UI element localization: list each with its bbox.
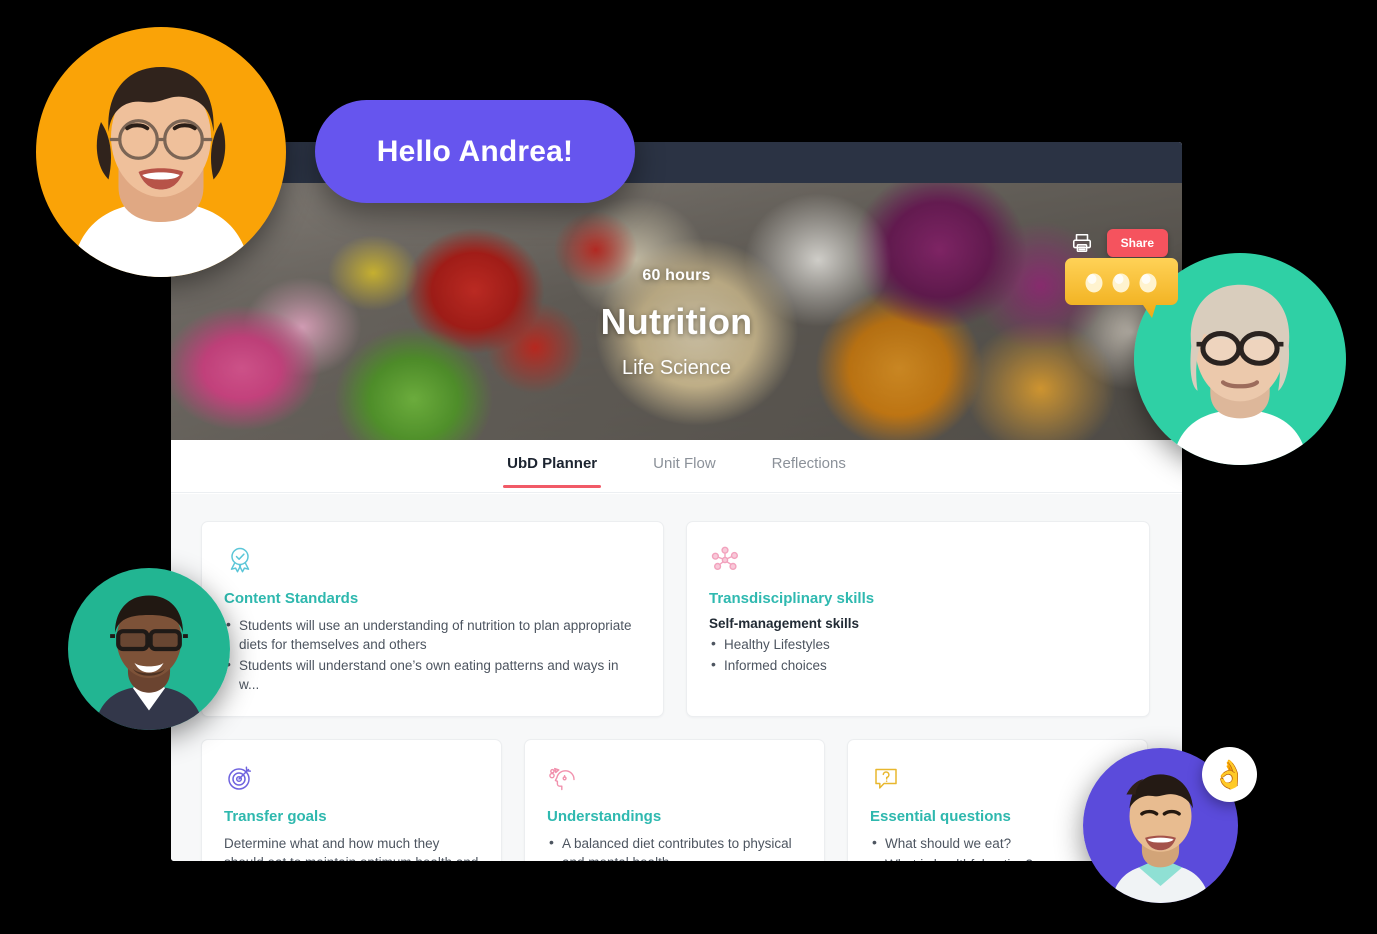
card-transdisciplinary-skills[interactable]: Transdisciplinary skills Self-management… <box>686 521 1150 717</box>
tab-ubd-planner[interactable]: UbD Planner <box>479 440 625 488</box>
avatar-andrea[interactable] <box>36 27 286 277</box>
unit-hero-banner: 60 hours Nutrition Life Science Share <box>171 183 1182 440</box>
printer-icon[interactable] <box>1071 232 1093 254</box>
avatar-portrait <box>93 595 205 730</box>
award-badge-icon <box>224 544 641 576</box>
list-item: Healthy Lifestyles <box>709 634 1127 654</box>
avatar-coach[interactable] <box>68 568 230 730</box>
unit-title: Nutrition <box>600 301 753 342</box>
skills-subhead: Self-management skills <box>709 616 860 631</box>
tab-unit-flow[interactable]: Unit Flow <box>625 440 744 488</box>
transfer-goals-body: Determine what and how much they should … <box>224 836 478 861</box>
unit-duration: 60 hours <box>642 267 711 284</box>
card-title: Transfer goals <box>224 808 327 825</box>
hello-greeting-bubble: Hello Andrea! <box>315 100 635 203</box>
tab-reflections[interactable]: Reflections <box>744 440 874 488</box>
board-row-bottom: Transfer goals Determine what and how mu… <box>201 739 1152 861</box>
head-thought-icon <box>547 762 802 794</box>
avatar-portrait <box>71 67 251 277</box>
card-title: Understandings <box>547 808 662 825</box>
list-item: Students will understand one’s own eatin… <box>224 655 641 694</box>
app-window: 60 hours Nutrition Life Science Share Ub… <box>171 142 1182 861</box>
unit-subject: Life Science <box>622 357 731 379</box>
hero-text-block: 60 hours Nutrition Life Science <box>171 267 1182 380</box>
understandings-list: A balanced diet contributes to physical … <box>547 833 802 861</box>
card-content-standards[interactable]: Content Standards Students will use an u… <box>201 521 664 717</box>
content-standards-list: Students will use an understanding of nu… <box>224 615 641 694</box>
ok-hand-emoji: 👌 <box>1202 747 1257 802</box>
card-understandings[interactable]: Understandings A balanced diet contribut… <box>524 739 825 861</box>
board-row-top: Content Standards Students will use an u… <box>201 521 1152 717</box>
network-nodes-icon <box>709 544 1127 576</box>
card-title: Transdisciplinary skills <box>709 590 875 607</box>
transdisciplinary-skills-list: Healthy Lifestyles Informed choices <box>709 634 1127 675</box>
list-item: A balanced diet contributes to physical … <box>547 833 802 861</box>
list-item: Informed choices <box>709 655 1127 675</box>
card-title: Content Standards <box>224 590 359 607</box>
card-transfer-goals[interactable]: Transfer goals Determine what and how mu… <box>201 739 502 861</box>
chat-bubble-typing-icon <box>1064 256 1179 318</box>
unit-tabs: UbD Planner Unit Flow Reflections <box>171 440 1182 493</box>
ubd-planner-board: Content Standards Students will use an u… <box>171 494 1182 861</box>
target-icon <box>224 762 479 794</box>
canvas: 60 hours Nutrition Life Science Share Ub… <box>0 0 1377 934</box>
list-item: Students will use an understanding of nu… <box>224 615 641 654</box>
